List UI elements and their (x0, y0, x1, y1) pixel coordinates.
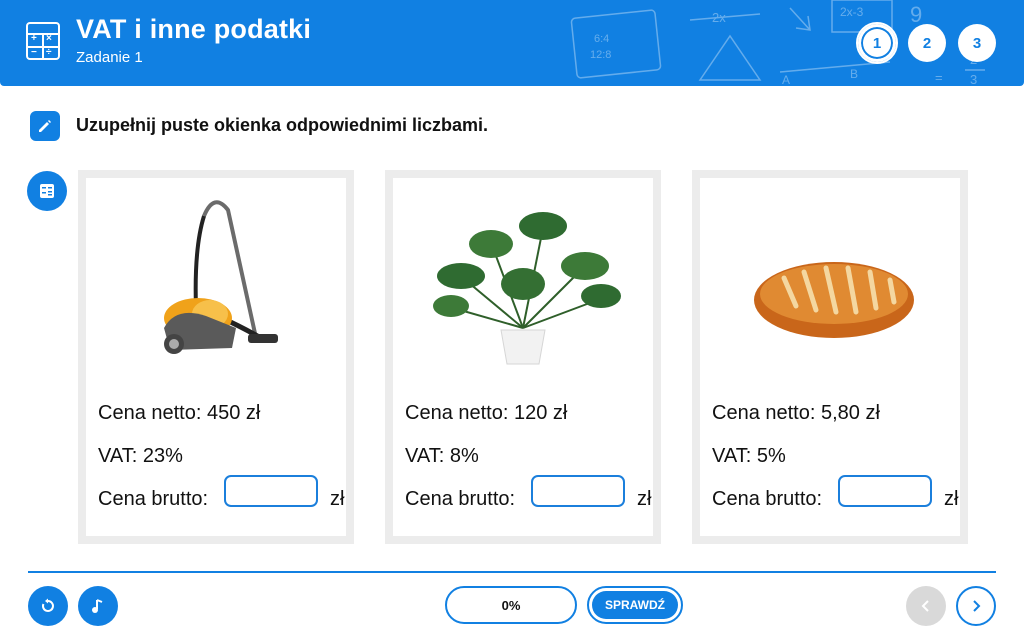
reset-icon (41, 598, 54, 612)
vat-rate-text: VAT: 8% (405, 445, 479, 467)
vacuum-cleaner-image (164, 200, 278, 354)
page-subtitle: Zadanie 1 (76, 49, 143, 66)
gross-price-label: Cena brutto: (98, 488, 209, 510)
svg-text:3: 3 (970, 72, 977, 86)
calculator-icon: + × − ÷ (26, 22, 60, 60)
step-navigation: 1 2 3 (856, 22, 996, 64)
currency-unit: zł (637, 488, 652, 510)
gross-price-label: Cena brutto: (405, 488, 516, 510)
pencil-icon (30, 111, 60, 141)
chevron-left-icon (921, 600, 929, 612)
vat-rate-text: VAT: 5% (712, 445, 786, 467)
currency-unit: zł (944, 488, 959, 510)
gross-price-input[interactable] (224, 475, 318, 507)
step-3-button[interactable]: 3 (958, 24, 996, 62)
footer-divider (28, 571, 996, 573)
svg-text:A: A (782, 73, 790, 86)
vat-rate-text: VAT: 23% (98, 445, 183, 467)
product-card-plant: Cena netto: 120 zł VAT: 8% Cena brutto: … (385, 170, 661, 544)
check-button[interactable]: SPRAWDŹ (587, 586, 683, 624)
gross-price-input[interactable] (838, 475, 932, 507)
gross-price-input[interactable] (531, 475, 625, 507)
svg-text:2x: 2x (712, 10, 726, 25)
product-card-vacuum: Cena netto: 450 zł VAT: 23% Cena brutto:… (78, 170, 354, 544)
currency-unit: zł (330, 488, 345, 510)
bread-loaf-image (754, 262, 914, 338)
calculator-icon (40, 184, 54, 198)
net-price-text: Cena netto: 5,80 zł (712, 402, 880, 424)
svg-text:=: = (935, 70, 943, 85)
chevron-right-icon (973, 600, 981, 612)
header-bar: 6:4 12:8 2x 2x-3 9 A B 2 3 = + × − ÷ VAT… (0, 0, 1024, 86)
potted-plant-image (433, 212, 621, 365)
svg-text:B: B (850, 67, 858, 81)
svg-text:6:4: 6:4 (594, 33, 609, 45)
next-button[interactable] (956, 586, 996, 626)
calculator-tool-button[interactable] (27, 171, 67, 211)
check-button-label: SPRAWDŹ (592, 591, 678, 619)
net-price-text: Cena netto: 450 zł (98, 402, 261, 424)
net-price-text: Cena netto: 120 zł (405, 402, 568, 424)
product-card-bread: Cena netto: 5,80 zł VAT: 5% Cena brutto:… (692, 170, 968, 544)
audio-button[interactable] (78, 586, 118, 626)
step-1-button[interactable]: 1 (856, 22, 898, 64)
instruction-text: Uzupełnij puste okienka odpowiednimi lic… (76, 115, 489, 135)
gross-price-label: Cena brutto: (712, 488, 823, 510)
previous-button[interactable] (906, 586, 946, 626)
step-2-button[interactable]: 2 (908, 24, 946, 62)
music-note-icon (92, 599, 103, 613)
progress-indicator: 0% (445, 586, 577, 624)
svg-text:12:8: 12:8 (590, 49, 611, 61)
svg-text:2x-3: 2x-3 (840, 5, 864, 19)
reset-button[interactable] (28, 586, 68, 626)
page-title: VAT i inne podatki (76, 14, 312, 44)
